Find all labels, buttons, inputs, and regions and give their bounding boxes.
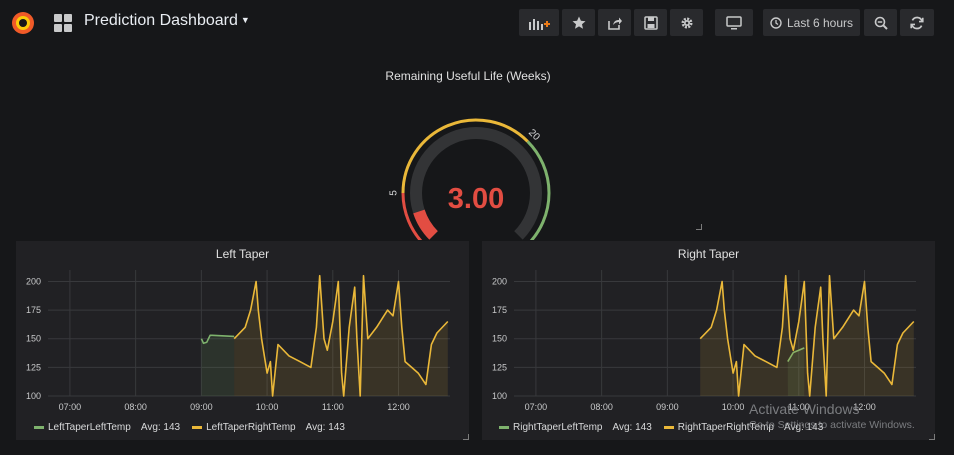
legend-series-name: RightTaperLeftTemp [513,422,603,433]
right-taper-chart: 10012515017520007:00 08:00 09:00 10:00 11:00… [492,270,916,412]
legend-swatch [34,426,44,429]
panel-title[interactable]: Left Taper [16,247,469,261]
watermark-title: Activate Windows [749,401,860,417]
legend-series-avg: Avg: 143 [305,422,345,433]
x-tick-label: 10:00 [256,402,279,412]
x-tick-label: 07:00 [59,402,82,412]
gauge-chart: 052030 3.00 [389,118,551,240]
x-tick-label: 09:00 [656,402,679,412]
panel-title[interactable]: Right Taper [482,247,935,261]
x-tick-label: 12:00 [387,402,410,412]
y-tick-label: 200 [492,276,507,286]
x-tick-label: 08:00 [124,402,147,412]
legend-swatch [663,426,674,429]
gauge-panel-resize-handle[interactable] [696,224,702,230]
legend-item[interactable]: LeftTaperLeftTemp Avg: 143 [34,422,180,433]
gauge-value: 3.00 [448,183,504,215]
watermark-subtitle: Go to Settings to activate Windows. [749,419,915,431]
legend-item[interactable]: LeftTaperRightTemp Avg: 143 [192,422,345,433]
y-tick-label: 100 [492,391,507,401]
x-tick-label: 10:00 [722,402,745,412]
left-taper-chart: 100 125 150 175 200 07:00 08:00 09:00 10:00 11:00… [26,270,450,412]
legend-series-avg: Avg: 143 [612,422,652,433]
x-tick-label: 09:00 [190,402,213,412]
y-tick-label: 175 [26,305,41,315]
series-area [201,335,235,396]
y-tick-label: 175 [492,305,507,315]
legend-series-avg: Avg: 143 [140,422,181,433]
legend-swatch [192,426,203,429]
y-tick-label: 100 [26,391,41,401]
y-tick-label: 200 [26,276,41,286]
legend-item[interactable]: RightTaperLeftTemp Avg: 143 [499,422,652,433]
left-taper-legend: LeftTaperLeftTemp Avg: 143 LeftTaperRigh… [34,422,345,433]
x-tick-label: 11:00 [322,402,344,412]
gauge-tick-label: 5 [389,190,400,196]
y-tick-label: 125 [492,362,507,372]
legend-series-name: LeftTaperLeftTemp [48,422,131,433]
x-tick-label: 07:00 [525,402,548,412]
legend-swatch [499,426,509,429]
legend-series-name: LeftTaperRightTemp [206,422,296,433]
y-tick-label: 125 [26,362,41,372]
y-tick-label: 150 [492,334,507,344]
x-tick-label: 08:00 [590,402,613,412]
y-tick-label: 150 [26,334,41,344]
